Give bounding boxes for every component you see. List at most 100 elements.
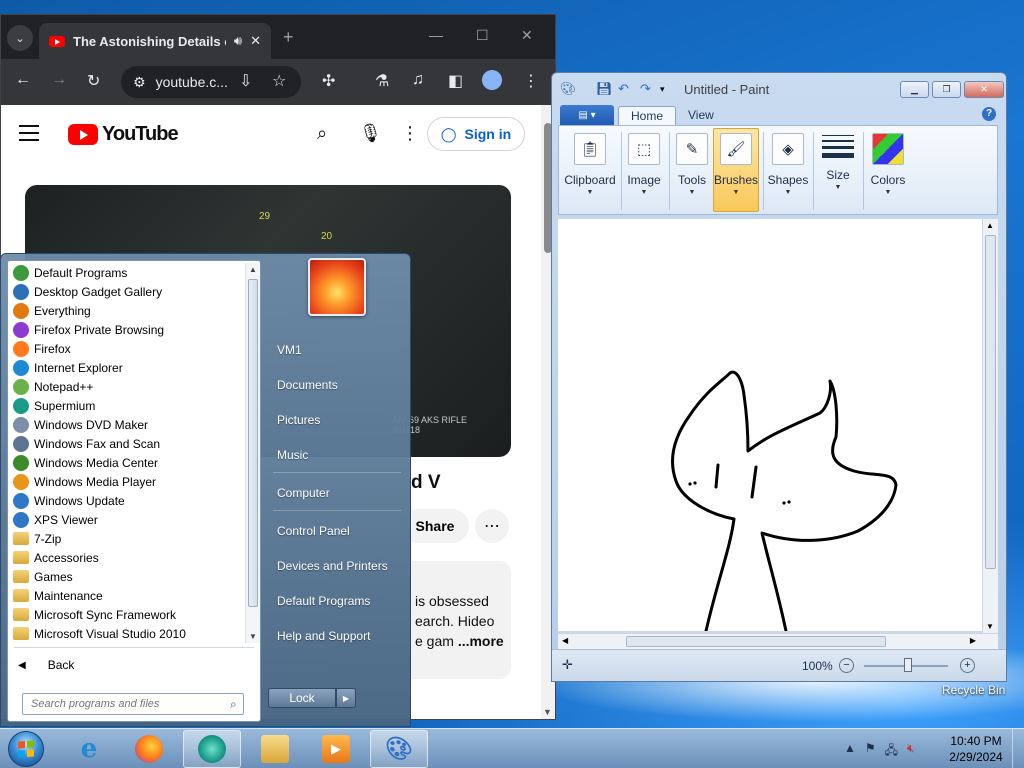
labs-flask-icon[interactable]: ⚗ [375, 71, 389, 91]
vertical-scroll-thumb[interactable] [985, 235, 996, 569]
start-link-control-panel[interactable]: Control Panel [267, 513, 407, 548]
paint-app-icon[interactable]: 🎨︎ [560, 81, 577, 97]
program-item[interactable]: Firefox [8, 339, 244, 358]
save-icon[interactable]: 💾︎ [596, 81, 613, 97]
start-link-pictures[interactable]: Pictures [267, 402, 407, 437]
media-control-icon[interactable]: ♫ [412, 71, 424, 89]
extensions-icon[interactable]: ✣ [322, 71, 335, 91]
program-item[interactable]: Microsoft Sync Framework [8, 605, 244, 624]
microphone-icon[interactable]: 🎙︎ [359, 123, 382, 144]
more-options-icon[interactable]: ⋮ [401, 123, 419, 144]
program-item[interactable]: Windows Media Player [8, 472, 244, 491]
brushes-group[interactable]: 🖌︎ Brushes ▼ [713, 128, 759, 212]
start-link-vm1[interactable]: VM1 [267, 332, 407, 367]
profile-avatar-icon[interactable] [482, 70, 502, 90]
size-group[interactable]: Size ▼ [815, 128, 861, 212]
close-window-icon[interactable]: ✕ [521, 27, 533, 44]
redo-icon[interactable]: ↷ [640, 81, 651, 97]
program-item[interactable]: Maintenance [8, 586, 244, 605]
power-options-arrow-icon[interactable]: ▶ [336, 688, 356, 708]
zoom-in-icon[interactable]: + [960, 658, 975, 673]
horizontal-scroll-thumb[interactable] [626, 636, 886, 647]
drawing-canvas[interactable] [558, 219, 982, 633]
install-app-icon[interactable]: ⇩ [239, 71, 252, 91]
new-tab-button[interactable]: + [283, 27, 294, 48]
zoom-out-icon[interactable]: − [839, 658, 854, 673]
tab-view[interactable]: View [676, 106, 726, 124]
show-more-link[interactable]: ...more [458, 633, 504, 649]
taskbar-internet-explorer[interactable]: e [60, 730, 118, 768]
action-center-flag-icon[interactable]: ⚑ [865, 741, 876, 762]
program-item[interactable]: Windows DVD Maker [8, 415, 244, 434]
more-actions-button[interactable]: ⋯ [475, 509, 509, 543]
recycle-bin-label[interactable]: Recycle Bin [942, 683, 1005, 697]
close-tab-icon[interactable]: ✕ [250, 33, 261, 49]
tab-search-icon[interactable]: ⌄ [7, 25, 33, 51]
program-item[interactable]: Accessories [8, 548, 244, 567]
taskbar-paint[interactable]: 🎨︎ [370, 730, 428, 768]
network-icon[interactable]: 🖧︎ [885, 741, 898, 762]
programs-scrollbar[interactable]: ▲ ▼ [245, 263, 260, 643]
start-link-music[interactable]: Music [267, 437, 407, 472]
start-link-default-programs[interactable]: Default Programs [267, 583, 407, 618]
tab-home[interactable]: Home [618, 106, 677, 125]
scroll-up-icon[interactable]: ▲ [249, 265, 257, 274]
program-item[interactable]: Games [8, 567, 244, 586]
program-item[interactable]: Firefox Private Browsing [8, 320, 244, 339]
back-button[interactable]: ◀ Back [18, 658, 74, 672]
search-icon[interactable]: ⌕ [317, 123, 327, 144]
sign-in-button[interactable]: ◯ Sign in [427, 117, 525, 151]
clipboard-group[interactable]: 📋︎ Clipboard ▼ [563, 128, 617, 212]
close-window-icon[interactable]: ✕ [964, 81, 1004, 98]
taskbar-supermium[interactable] [183, 730, 241, 768]
scroll-down-icon[interactable]: ▼ [986, 622, 994, 631]
scroll-up-icon[interactable]: ▲ [986, 221, 994, 230]
start-link-devices-and-printers[interactable]: Devices and Printers [267, 548, 407, 583]
start-link-computer[interactable]: Computer [267, 475, 407, 510]
search-icon[interactable]: ⌕ [230, 697, 237, 712]
side-panel-icon[interactable]: ◧ [448, 71, 463, 91]
show-hidden-icons-icon[interactable]: ▲ [844, 741, 856, 762]
tools-group[interactable]: ✎ Tools ▼ [671, 128, 713, 212]
restore-icon[interactable]: ❐ [932, 81, 961, 98]
program-item[interactable]: XPS Viewer [8, 510, 244, 529]
minimize-icon[interactable]: — [429, 27, 443, 43]
program-item[interactable]: Everything [8, 301, 244, 320]
taskbar-media-player[interactable]: ▶ [307, 730, 365, 768]
program-item[interactable]: Windows Fax and Scan [8, 434, 244, 453]
program-item[interactable]: Desktop Gadget Gallery [8, 282, 244, 301]
lock-button[interactable]: Lock [268, 688, 336, 708]
share-button[interactable]: Share [401, 509, 469, 543]
tab-youtube[interactable]: The Astonishing Details of 🔊︎ ✕ [39, 23, 271, 59]
system-clock[interactable]: 10:40 PM 2/29/2024 [942, 733, 1010, 765]
maximize-icon[interactable]: ☐ [476, 27, 489, 44]
program-item[interactable]: Notepad++ [8, 377, 244, 396]
site-info-icon[interactable]: ⚙ [133, 74, 146, 91]
program-item[interactable]: Windows Media Center [8, 453, 244, 472]
start-search-input[interactable] [22, 693, 244, 715]
help-icon[interactable]: ? [982, 107, 996, 121]
forward-arrow-icon[interactable]: → [51, 71, 67, 89]
user-avatar[interactable] [308, 258, 366, 316]
customize-qat-icon[interactable]: ▾ [660, 84, 665, 95]
colors-group[interactable]: Colors ▼ [865, 128, 911, 212]
shapes-group[interactable]: ◈ Shapes ▼ [765, 128, 811, 212]
taskbar-explorer[interactable] [246, 730, 304, 768]
program-item[interactable]: Supermium [8, 396, 244, 415]
scroll-right-icon[interactable]: ▶ [970, 636, 976, 645]
canvas-horizontal-scrollbar[interactable]: ◀ ▶ [558, 633, 998, 649]
scroll-down-icon[interactable]: ▼ [543, 707, 552, 717]
taskbar-firefox[interactable] [120, 730, 178, 768]
program-item[interactable]: Microsoft Visual Studio 2010 [8, 624, 244, 643]
show-desktop-button[interactable] [1012, 729, 1024, 768]
scroll-down-icon[interactable]: ▼ [249, 632, 257, 641]
start-link-help-and-support[interactable]: Help and Support [267, 618, 407, 653]
scroll-left-icon[interactable]: ◀ [562, 636, 568, 645]
zoom-slider-thumb[interactable] [904, 658, 912, 672]
paint-menu-button[interactable]: ▤ ▾ [560, 105, 614, 125]
canvas-vertical-scrollbar[interactable]: ▲ ▼ [982, 219, 998, 633]
youtube-logo[interactable]: YouTube [68, 123, 179, 146]
chrome-menu-icon[interactable]: ⋮ [523, 71, 539, 91]
program-item[interactable]: Internet Explorer [8, 358, 244, 377]
image-group[interactable]: ⬚ Image ▼ [623, 128, 665, 212]
